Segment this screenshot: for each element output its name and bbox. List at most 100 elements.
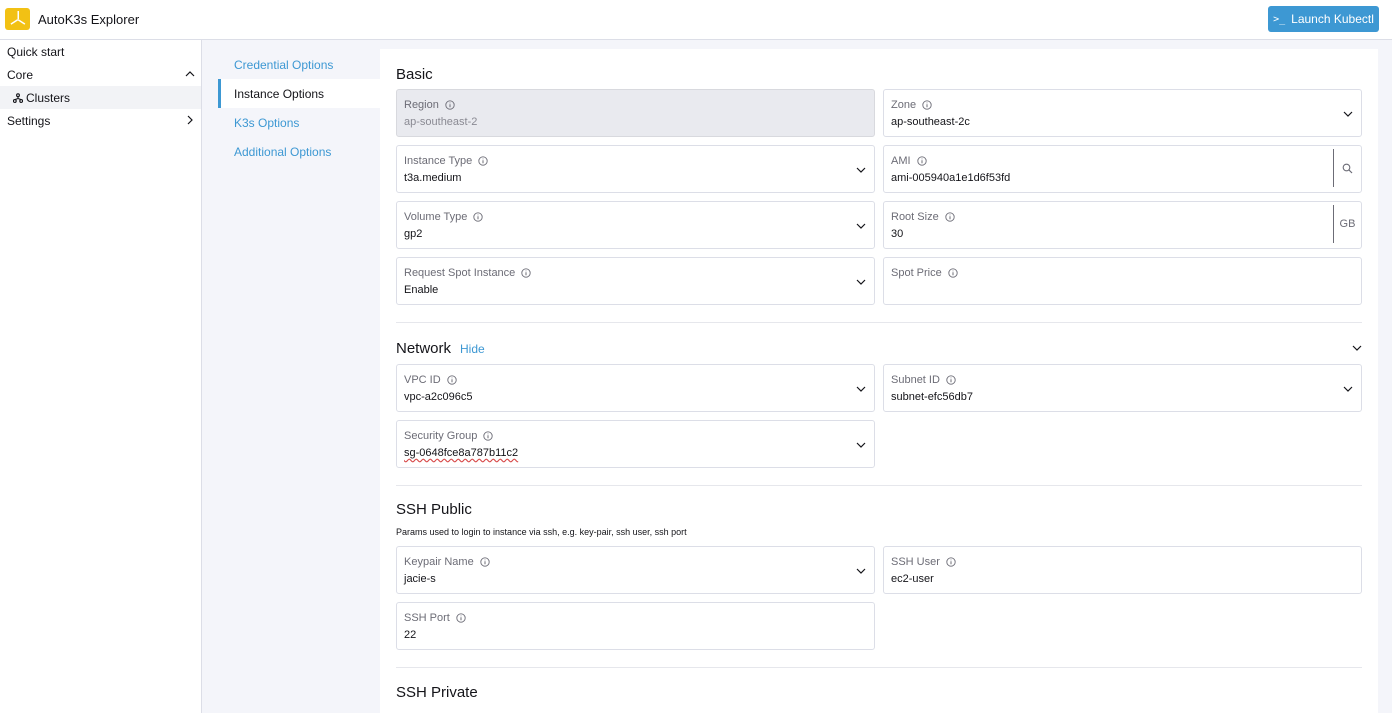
info-icon xyxy=(948,268,958,278)
tab-label: Instance Options xyxy=(234,86,325,101)
cluster-icon xyxy=(13,92,23,103)
nav-item-label: Core xyxy=(7,67,34,82)
tab-additional-options[interactable]: Additional Options xyxy=(218,137,380,166)
volume-type-select[interactable]: Volume Type gp2 xyxy=(396,201,875,249)
spot-price-input[interactable]: Spot Price xyxy=(883,257,1362,305)
chevron-down-icon xyxy=(856,442,866,448)
info-icon xyxy=(447,375,457,385)
root-size-input[interactable]: Root Size 30 GB xyxy=(883,201,1362,249)
chevron-down-icon xyxy=(856,279,866,285)
tab-credential-options[interactable]: Credential Options xyxy=(218,50,380,79)
ssh-port-value: 22 xyxy=(404,629,417,641)
tab-label: K3s Options xyxy=(234,115,300,130)
field-label: Root Size xyxy=(891,211,939,223)
ssh-port-input[interactable]: SSH Port 22 xyxy=(396,602,875,650)
info-icon xyxy=(945,212,955,222)
instance-type-value: t3a.medium xyxy=(404,172,462,184)
nav-group-settings[interactable]: Settings xyxy=(0,109,201,132)
section-divider xyxy=(396,667,1362,668)
ssh-user-value: ec2-user xyxy=(891,573,934,585)
app-header: AutoK3s Explorer >_ Launch Kubectl xyxy=(0,0,1392,40)
info-icon xyxy=(478,156,488,166)
nav-item-label: Settings xyxy=(7,113,51,128)
tab-label: Additional Options xyxy=(234,144,332,159)
launch-kubectl-label: Launch Kubectl xyxy=(1291,12,1374,26)
info-icon xyxy=(480,557,490,567)
chevron-up-icon xyxy=(185,71,195,77)
nav-item-label: Clusters xyxy=(26,90,71,105)
vpc-id-select[interactable]: VPC ID vpc-a2c096c5 xyxy=(396,364,875,412)
field-label: Subnet ID xyxy=(891,374,940,386)
chevron-down-icon xyxy=(856,386,866,392)
chevron-down-icon xyxy=(1343,111,1353,117)
volume-type-value: gp2 xyxy=(404,228,423,240)
info-icon xyxy=(521,268,531,278)
section-divider xyxy=(396,485,1362,486)
spot-instance-value: Enable xyxy=(404,284,439,296)
field-label: Keypair Name xyxy=(404,556,474,568)
keypair-name-select[interactable]: Keypair Name jacie-s xyxy=(396,546,875,594)
left-navigation: Quick start Core Clusters Settings xyxy=(0,40,202,713)
field-label: Region xyxy=(404,99,439,111)
chevron-right-icon xyxy=(187,115,193,125)
app-title: AutoK3s Explorer xyxy=(38,12,140,27)
ssh-user-input[interactable]: SSH User ec2-user xyxy=(883,546,1362,594)
section-title-basic: Basic xyxy=(396,66,433,83)
root-size-unit: GB xyxy=(1333,205,1361,243)
ssh-public-description: Params used to login to instance via ssh… xyxy=(396,527,687,537)
chevron-down-icon xyxy=(856,167,866,173)
ami-search-button[interactable] xyxy=(1333,149,1361,187)
field-label: AMI xyxy=(891,155,911,167)
nav-item-quick-start[interactable]: Quick start xyxy=(0,40,201,63)
chevron-down-icon xyxy=(856,568,866,574)
tab-k3s-options[interactable]: K3s Options xyxy=(218,108,380,137)
root-size-value: 30 xyxy=(891,228,904,240)
field-label: VPC ID xyxy=(404,374,441,386)
section-title-ssh-private: SSH Private xyxy=(396,684,478,701)
vpc-id-value: vpc-a2c096c5 xyxy=(404,391,473,403)
subnet-id-select[interactable]: Subnet ID subnet-efc56db7 xyxy=(883,364,1362,412)
security-group-select[interactable]: Security Group sg-0648fce8a787b11c2 xyxy=(396,420,875,468)
field-label: SSH User xyxy=(891,556,940,568)
instance-type-select[interactable]: Instance Type t3a.medium xyxy=(396,145,875,193)
info-icon xyxy=(946,375,956,385)
terminal-icon: >_ xyxy=(1273,13,1286,25)
chevron-down-icon xyxy=(856,223,866,229)
section-title-ssh-public: SSH Public xyxy=(396,501,472,518)
field-label: Security Group xyxy=(404,430,478,442)
ami-input[interactable]: AMI ami-005940a1e1d6f53fd xyxy=(883,145,1362,193)
info-icon xyxy=(916,156,927,166)
keypair-name-value: jacie-s xyxy=(404,573,436,585)
ami-value: ami-005940a1e1d6f53fd xyxy=(891,172,1011,184)
chevron-down-icon xyxy=(1343,386,1353,392)
chevron-down-icon[interactable] xyxy=(1352,343,1362,353)
subnet-id-value: subnet-efc56db7 xyxy=(891,391,973,403)
info-icon xyxy=(445,100,455,110)
tab-instance-options[interactable]: Instance Options xyxy=(218,79,380,108)
instance-options-form: Basic Region ap-southeast-2 Zone ap-sout… xyxy=(380,49,1378,713)
field-label: SSH Port xyxy=(404,612,450,624)
app-logo xyxy=(5,8,30,30)
info-icon xyxy=(946,557,956,567)
section-divider xyxy=(396,322,1362,323)
zone-select[interactable]: Zone ap-southeast-2c xyxy=(883,89,1362,137)
network-hide-link[interactable]: Hide xyxy=(460,342,485,356)
tab-label: Credential Options xyxy=(234,57,334,72)
search-icon xyxy=(1342,163,1353,173)
info-icon xyxy=(473,212,484,222)
region-value: ap-southeast-2 xyxy=(404,116,478,128)
field-label: Spot Price xyxy=(891,267,942,279)
field-label: Instance Type xyxy=(404,155,473,167)
security-group-value: sg-0648fce8a787b11c2 xyxy=(404,447,519,459)
info-icon xyxy=(922,100,932,110)
zone-value: ap-southeast-2c xyxy=(891,116,970,128)
nav-item-label: Quick start xyxy=(7,44,65,59)
region-field: Region ap-southeast-2 xyxy=(396,89,875,137)
launch-kubectl-button[interactable]: >_ Launch Kubectl xyxy=(1268,6,1379,32)
nav-item-clusters[interactable]: Clusters xyxy=(0,86,201,109)
info-icon xyxy=(483,431,494,441)
field-label: Zone xyxy=(891,99,917,111)
spot-instance-select[interactable]: Request Spot Instance Enable xyxy=(396,257,875,305)
nav-group-core[interactable]: Core xyxy=(0,63,201,86)
field-label: Request Spot Instance xyxy=(404,267,516,279)
